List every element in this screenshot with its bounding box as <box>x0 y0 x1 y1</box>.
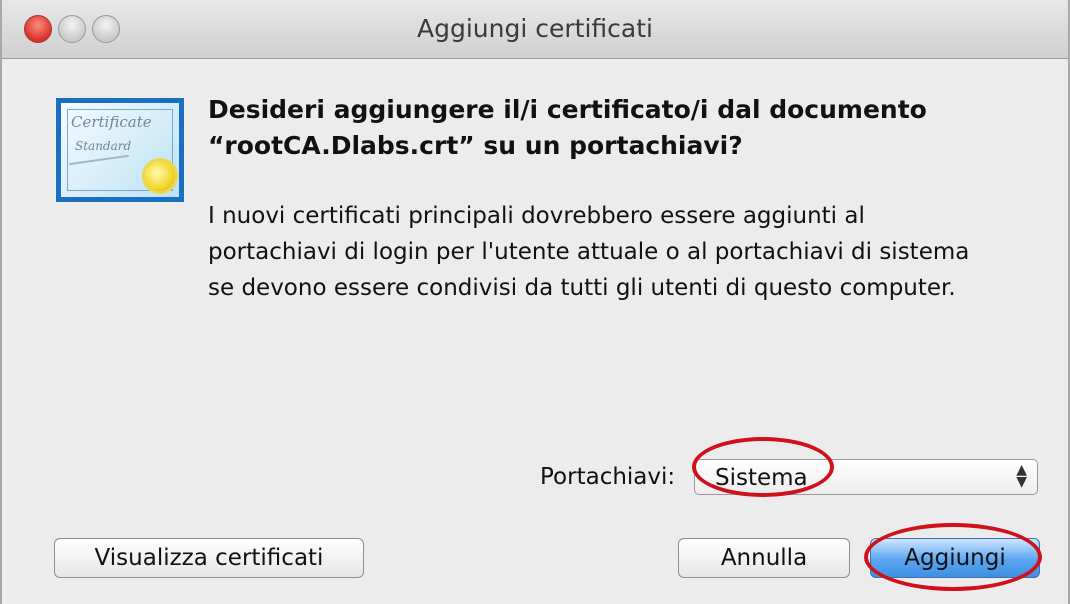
annotation-circle-add <box>864 523 1042 591</box>
keychain-label: Portachiavi: <box>540 464 676 490</box>
certificate-icon-text-1: Certificate <box>71 113 152 131</box>
certificate-icon: Certificate Standard <box>56 98 184 202</box>
dialog-description: I nuovi certificati principali dovrebber… <box>208 198 1048 306</box>
cancel-button[interactable]: Annulla <box>678 538 850 578</box>
view-certificates-button[interactable]: Visualizza certificati <box>54 538 364 578</box>
dialog-heading: Desideri aggiungere il/i certificato/i d… <box>208 92 1028 164</box>
heading-line-2: “rootCA.Dlabs.crt” su un portachiavi? <box>208 131 743 160</box>
certificate-icon-text-2: Standard <box>75 139 132 153</box>
description-line-1: I nuovi certificati principali dovrebber… <box>208 203 865 229</box>
seal-icon <box>145 161 175 191</box>
annotation-circle-keychain <box>692 437 834 497</box>
description-line-3: se devono essere condivisi da tutti gli … <box>208 275 956 301</box>
heading-line-1: Desideri aggiungere il/i certificato/i d… <box>208 95 927 124</box>
updown-arrows-icon: ▲ ▼ <box>1016 462 1027 490</box>
title-bar[interactable]: Aggiungi certificati <box>2 0 1068 59</box>
dialog-window: Aggiungi certificati Certificate Standar… <box>0 0 1070 604</box>
description-line-2: portachiavi di login per l'utente attual… <box>208 239 970 265</box>
window-title: Aggiungi certificati <box>417 14 653 43</box>
